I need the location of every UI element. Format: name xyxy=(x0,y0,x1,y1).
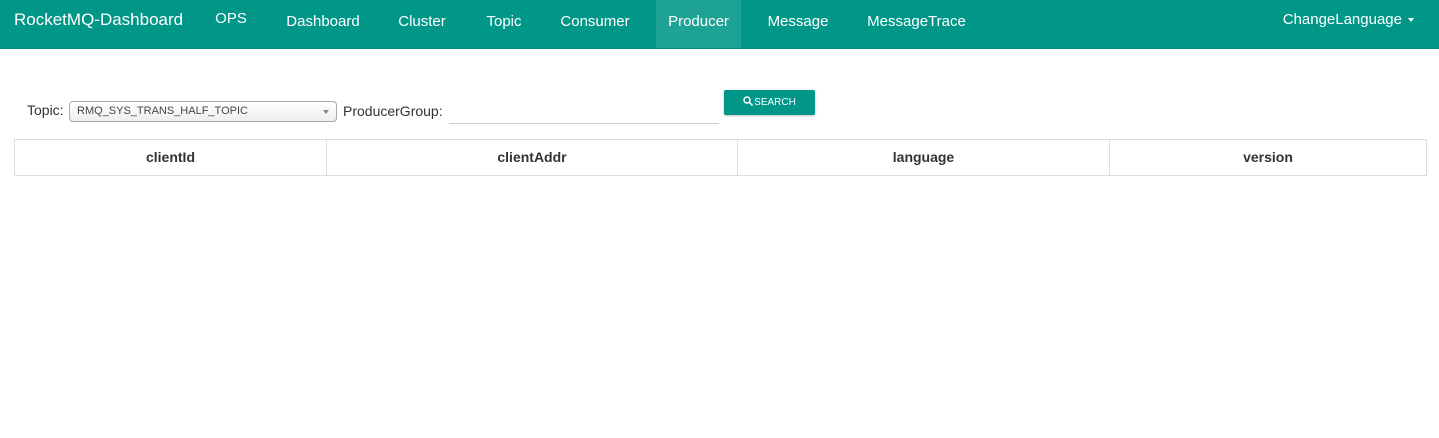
caret-down-icon xyxy=(1408,18,1414,23)
topic-label: Topic: xyxy=(27,102,64,118)
column-header-clientaddr[interactable]: clientAddr xyxy=(327,140,738,175)
change-language-label: ChangeLanguage xyxy=(1282,11,1402,28)
producer-group-input[interactable] xyxy=(449,96,719,124)
nav-dashboard[interactable]: Dashboard xyxy=(274,0,372,48)
nav-consumer[interactable]: Consumer xyxy=(548,0,642,48)
search-icon xyxy=(743,96,753,106)
top-navbar: RocketMQ-Dashboard OPS Dashboard Cluster… xyxy=(0,0,1439,49)
nav-ops[interactable]: OPS xyxy=(204,0,258,48)
column-header-clientid[interactable]: clientId xyxy=(15,140,327,175)
nav-producer[interactable]: Producer xyxy=(656,0,741,48)
search-button-label: SEARCH xyxy=(754,97,796,108)
column-header-version[interactable]: version xyxy=(1110,140,1426,175)
producer-table: clientId clientAddr language version xyxy=(14,139,1427,176)
chevron-down-icon xyxy=(323,110,329,114)
producer-group-label: ProducerGroup: xyxy=(343,103,443,119)
search-button[interactable]: SEARCH xyxy=(724,90,815,115)
nav-cluster[interactable]: Cluster xyxy=(386,0,458,48)
topic-select[interactable]: RMQ_SYS_TRANS_HALF_TOPIC xyxy=(69,101,337,122)
nav-topic[interactable]: Topic xyxy=(474,0,534,48)
nav-message[interactable]: Message xyxy=(755,0,841,48)
change-language-dropdown[interactable]: ChangeLanguage xyxy=(1283,0,1414,40)
nav-messagetrace[interactable]: MessageTrace xyxy=(856,0,977,48)
topic-select-value: RMQ_SYS_TRANS_HALF_TOPIC xyxy=(77,105,248,117)
column-header-language[interactable]: language xyxy=(738,140,1110,175)
brand-title[interactable]: RocketMQ-Dashboard xyxy=(14,10,183,30)
